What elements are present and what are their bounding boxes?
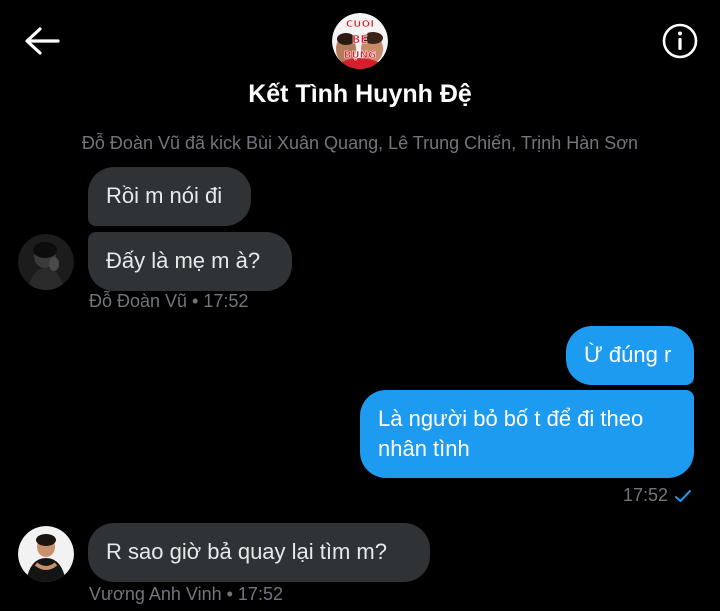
message-meta: Vương Anh Vinh • 17:52 [89, 584, 283, 604]
message-text: Là người bỏ bố t để đi theo nhân tình [378, 406, 644, 461]
message-text: Ừ đúng r [584, 342, 672, 367]
message-bubble-outgoing[interactable]: Ừ đúng r [566, 326, 694, 385]
info-icon [662, 23, 698, 59]
message-text: Đấy là mẹ m à? [106, 248, 261, 273]
avatar-word-1: CƯỜI [346, 17, 374, 30]
group-title: Kết Tình Huynh Đệ [248, 80, 472, 108]
message-bubble-outgoing[interactable]: Là người bỏ bố t để đi theo nhân tình [360, 390, 694, 478]
avatar-word-2: BỂ [352, 31, 368, 46]
avatar-image [18, 526, 74, 582]
arrow-left-icon [25, 27, 60, 55]
message-bubble-incoming[interactable]: R sao giờ bả quay lại tìm m? [88, 523, 430, 582]
avatar-do-doan-vu[interactable] [18, 234, 74, 290]
group-avatar[interactable]: CƯỜI BỂ BỤNG [332, 13, 388, 69]
message-text: R sao giờ bả quay lại tìm m? [106, 539, 387, 564]
info-button[interactable] [662, 23, 698, 59]
message-bubble-incoming[interactable]: Rồi m nói đi [88, 167, 251, 226]
message-meta: Đỗ Đoàn Vũ • 17:52 [89, 291, 249, 311]
message-text: Rồi m nói đi [106, 183, 223, 208]
message-bubble-incoming[interactable]: Đấy là mẹ m à? [88, 232, 292, 291]
avatar-image [18, 234, 74, 290]
message-time: 17:52 [622, 485, 668, 505]
system-message: Đỗ Đoàn Vũ đã kick Bùi Xuân Quang, Lê Tr… [81, 133, 639, 153]
avatar-vuong-anh-vinh[interactable] [18, 526, 74, 582]
message-meta-outgoing: 17:52 [623, 485, 692, 506]
check-icon [675, 490, 691, 502]
back-button[interactable] [22, 24, 62, 58]
avatar-word-3: BỤNG [344, 50, 376, 61]
group-avatar-image: CƯỜI BỂ BỤNG [332, 13, 388, 69]
